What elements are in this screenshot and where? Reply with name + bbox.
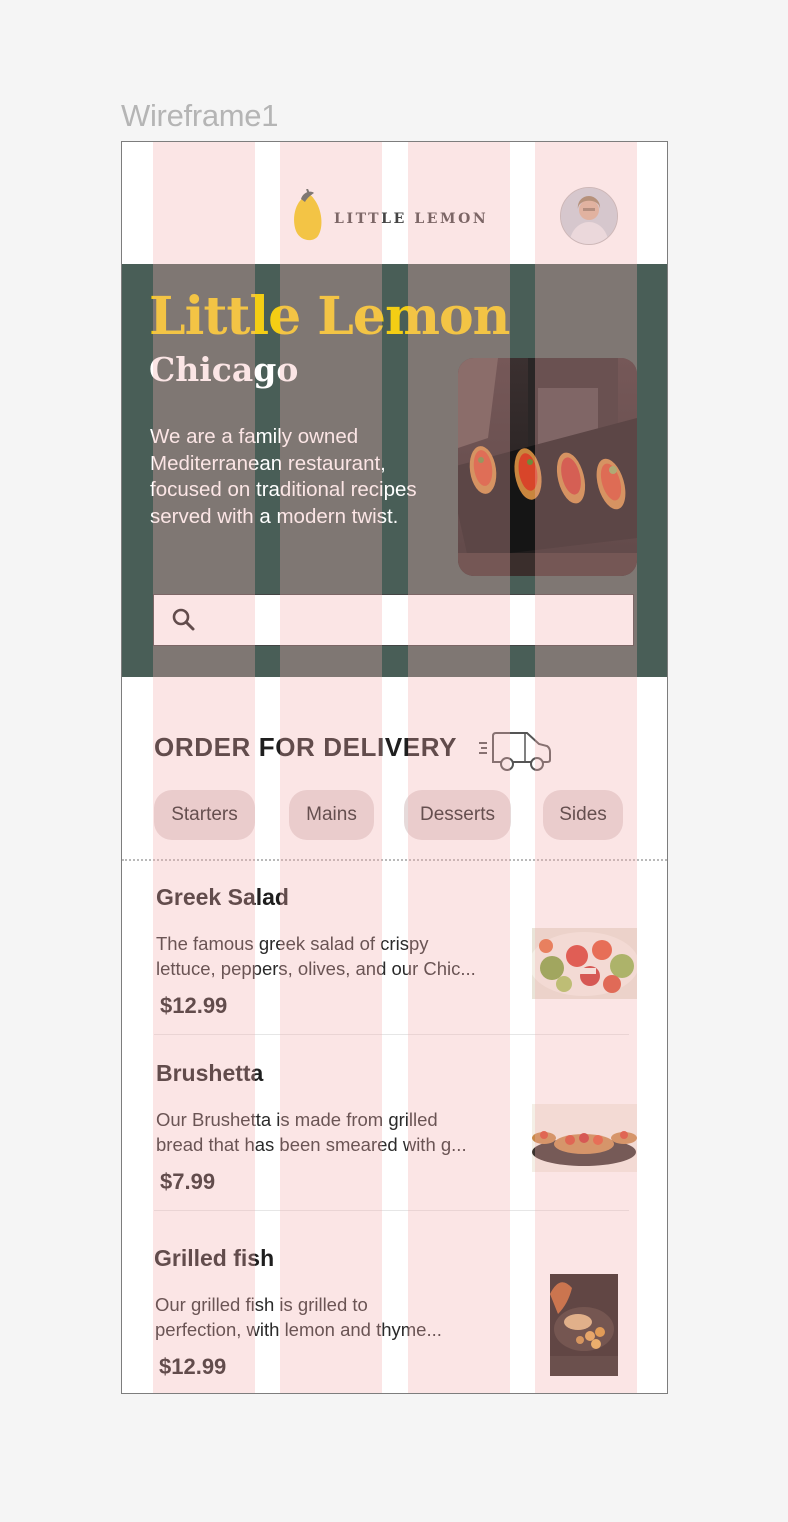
brushetta-image[interactable] [532,1104,637,1172]
greek-salad-image[interactable] [532,928,637,999]
category-chip-starters[interactable]: Starters [154,790,255,840]
logo-text: LITTLE LEMON [334,211,489,227]
item-separator [154,1210,629,1211]
description-line: bread that has been smeared with g... [156,1133,467,1155]
menu-item-description: Our grilled fish is grilled to perfectio… [155,1293,515,1342]
menu-item-title[interactable]: Greek Salad [156,884,289,911]
category-chip-mains[interactable]: Mains [289,790,374,840]
hero-description: We are a family owned Mediterranean rest… [150,425,417,528]
lemon-icon [294,189,322,241]
frame-label: Wireframe1 [121,98,279,133]
description-line: perfection, with lemon and thyme... [155,1318,442,1340]
logo[interactable]: LITTLE LEMON [291,189,486,243]
description-line: lettuce, peppers, olives, and our Chic..… [156,957,476,979]
description-line: The famous greek salad of crispy [156,933,429,954]
grilled-fish-image[interactable] [550,1274,618,1376]
hero-section: Little Lemon Chicago We are a family own… [122,264,667,677]
category-chip-desserts[interactable]: Desserts [404,790,511,840]
description-line: Our grilled fish is grilled to [155,1294,368,1315]
menu-item-price: $7.99 [160,1169,216,1194]
description-line: Our Brushetta is made from grilled [156,1109,438,1130]
hero-title: Little Lemon [149,286,510,347]
mobile-frame: LITTLE LEMON Little Lemon Chicago We are… [121,141,668,1394]
hero-image [458,358,637,576]
menu-item-description: Our Brushetta is made from grilled bread… [156,1108,516,1157]
menu-item-price: $12.99 [160,993,228,1018]
menu-item-title[interactable]: Brushetta [156,1060,263,1087]
user-avatar-icon [561,188,617,244]
section-divider [122,859,667,861]
menu-item-description: The famous greek salad of crispy lettuce… [156,932,516,981]
menu-item-title[interactable]: Grilled fish [154,1245,274,1272]
hero-city: Chicago [149,350,299,389]
delivery-truck-icon [479,732,551,771]
avatar[interactable] [560,187,618,245]
search-icon [172,608,195,631]
item-separator [154,1034,629,1035]
delivery-heading: ORDER FOR DELIVERY [154,732,458,762]
search-input[interactable] [153,594,634,646]
menu-item-price: $12.99 [159,1354,227,1379]
category-chip-sides[interactable]: Sides [543,790,623,840]
